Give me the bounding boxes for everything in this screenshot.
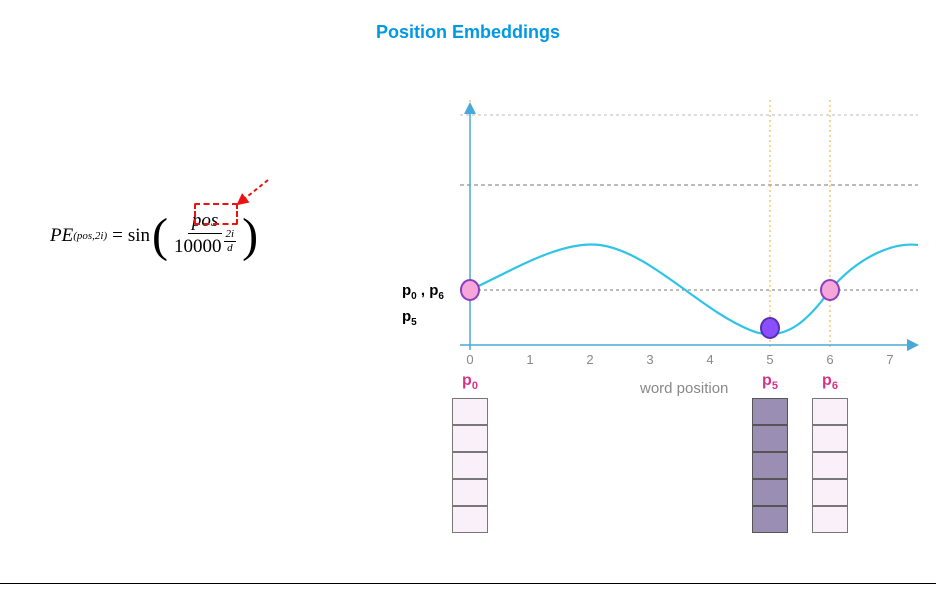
vec-cell (752, 506, 788, 533)
paren-open: ( (152, 212, 168, 260)
plabel-6: p6 (822, 372, 838, 392)
pe-chart (450, 100, 920, 370)
formula-eq: = (112, 225, 123, 247)
tick-7: 7 (886, 352, 893, 367)
vec-cell (812, 398, 848, 425)
vec-cell (452, 398, 488, 425)
plabel-0: p0 (462, 372, 478, 392)
vec-cell (812, 452, 848, 479)
embedding-vector-p0 (452, 398, 488, 533)
vec-cell (812, 506, 848, 533)
formula-denominator: 10000 2i d (170, 234, 240, 261)
pe-formula: PE(pos,2i) = sin ( pos 10000 2i d ) (50, 210, 258, 261)
formula-lhs-sub: (pos,2i) (73, 230, 107, 242)
vec-cell (452, 506, 488, 533)
tick-3: 3 (646, 352, 653, 367)
formula-func: sin (128, 225, 150, 247)
formula-lhs: PE (50, 225, 73, 247)
divider (0, 583, 936, 584)
plabel-5: p5 (762, 372, 778, 392)
embedding-vector-p6 (812, 398, 848, 533)
vec-cell (452, 479, 488, 506)
vec-cell (812, 479, 848, 506)
formula-exp-num: 2i (224, 228, 237, 242)
tick-0: 0 (466, 352, 473, 367)
formula-exponent: 2i d (224, 228, 237, 255)
formula-numerator: pos (188, 210, 222, 234)
vec-cell (452, 452, 488, 479)
vec-cell (752, 425, 788, 452)
tick-6: 6 (826, 352, 833, 367)
tick-2: 2 (586, 352, 593, 367)
page-title: Position Embeddings (0, 22, 936, 43)
paren-close: ) (242, 212, 258, 260)
x-axis-label: word position (640, 380, 728, 397)
vec-cell (752, 479, 788, 506)
vec-cell (752, 398, 788, 425)
ylabel-p0-p6: p0 , p6 (402, 282, 444, 302)
vec-cell (752, 452, 788, 479)
tick-4: 4 (706, 352, 713, 367)
formula-den-base: 10000 (174, 236, 222, 259)
tick-1: 1 (526, 352, 533, 367)
arrow-icon (230, 178, 270, 208)
tick-5: 5 (766, 352, 773, 367)
embedding-vector-p5 (752, 398, 788, 533)
vec-cell (812, 425, 848, 452)
vec-cell (452, 425, 488, 452)
ylabel-p5: p5 (402, 308, 417, 328)
formula-fraction: pos 10000 2i d (170, 210, 240, 261)
formula-exp-den: d (227, 242, 233, 255)
